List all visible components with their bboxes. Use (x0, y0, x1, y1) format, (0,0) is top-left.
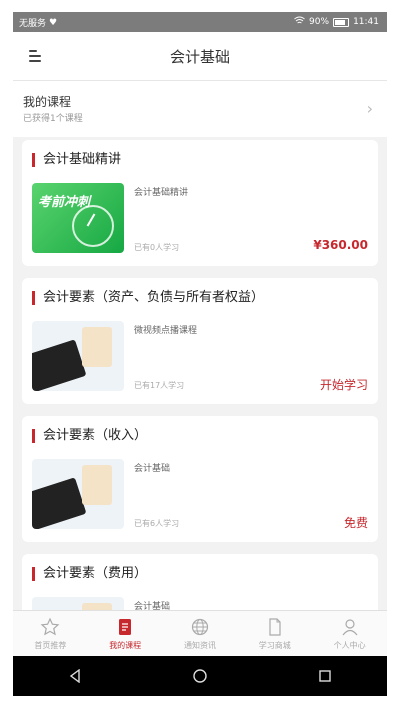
carrier-status: 无服务 ♥ (19, 16, 58, 30)
home-circle-icon (193, 669, 207, 683)
wifi-icon (294, 16, 305, 28)
user-icon (342, 619, 358, 636)
learner-count: 已有17人学习 (134, 381, 185, 390)
my-courses-title: 我的课程 (23, 95, 72, 109)
start-learning-button[interactable]: 开始学习 (320, 376, 368, 393)
my-courses-row[interactable]: 我的课程 已获得1个课程 › (13, 81, 387, 137)
status-bar: 无服务 ♥ 90% 11:41 (13, 12, 387, 32)
course-price: ¥360.00 (313, 238, 368, 252)
tab-home[interactable]: 首页推荐 (13, 611, 88, 657)
status-right: 90% 11:41 (294, 16, 379, 28)
star-icon (40, 617, 60, 636)
tab-label: 我的课程 (109, 641, 142, 650)
course-price: 免费 (343, 516, 368, 530)
paper-graphic (82, 327, 112, 367)
course-title: 会计要素（收入） (32, 429, 147, 443)
course-title: 会计基础精讲 (32, 153, 121, 167)
course-card[interactable]: 会计基础精讲 考前冲刺 会计基础精讲 已有0人学习 ¥360.00 (22, 140, 378, 266)
calculator-graphic (32, 339, 87, 391)
globe-icon (191, 618, 209, 636)
bottom-tab-bar: 首页推荐 我的课程 通知资讯 学习商城 个人中心 (13, 610, 387, 657)
recents-button[interactable] (305, 661, 345, 691)
course-card[interactable]: 会计要素（收入） 会计基础 已有6人学习 免费 (22, 416, 378, 542)
chevron-right-icon: › (366, 99, 373, 118)
my-courses-subtitle: 已获得1个课程 (23, 114, 83, 124)
paper-graphic (82, 465, 112, 505)
page-title: 会计基础 (169, 48, 230, 66)
calculator-graphic (32, 477, 87, 529)
back-triangle-icon (70, 669, 81, 683)
tab-profile[interactable]: 个人中心 (312, 611, 387, 657)
course-description: 会计基础精讲 (134, 188, 189, 198)
course-title: 会计要素（资产、负债与所有者权益） (32, 291, 264, 305)
course-thumbnail (32, 459, 124, 529)
tab-news[interactable]: 通知资讯 (163, 611, 238, 657)
clock: 11:41 (353, 17, 379, 27)
course-thumbnail (32, 321, 124, 391)
tab-my-courses[interactable]: 我的课程 (88, 611, 163, 657)
home-button[interactable] (180, 661, 220, 691)
tab-store[interactable]: 学习商城 (237, 611, 312, 657)
tab-label: 通知资讯 (183, 641, 216, 650)
carrier-label: 无服务 (19, 19, 47, 29)
back-button[interactable] (55, 661, 95, 691)
battery-icon (333, 17, 350, 27)
system-nav-bar (13, 656, 387, 696)
battery-percent: 90% (309, 17, 330, 27)
document-icon (269, 618, 281, 636)
clock-graphic (72, 205, 114, 247)
course-book-icon (119, 619, 132, 635)
course-description: 微视频点播课程 (134, 326, 198, 336)
course-description: 会计基础 (134, 464, 171, 474)
tab-label: 学习商城 (258, 641, 291, 650)
usb-icon: ♥ (49, 17, 58, 28)
course-title: 会计要素（费用） (32, 567, 147, 581)
recents-square-icon (318, 670, 331, 682)
learner-count: 已有0人学习 (134, 243, 180, 252)
tab-label: 个人中心 (333, 641, 366, 650)
tab-label: 首页推荐 (34, 641, 67, 650)
app-header: 会计基础 (13, 32, 387, 81)
course-thumbnail: 考前冲刺 (32, 183, 124, 253)
phone-screen: 无服务 ♥ 90% 11:41 会计基础 我的课程 已获得1个课程 › 会计基础… (13, 12, 387, 696)
course-card[interactable]: 会计要素（资产、负债与所有者权益） 微视频点播课程 已有17人学习 开始学习 (22, 278, 378, 404)
learner-count: 已有6人学习 (134, 519, 180, 528)
